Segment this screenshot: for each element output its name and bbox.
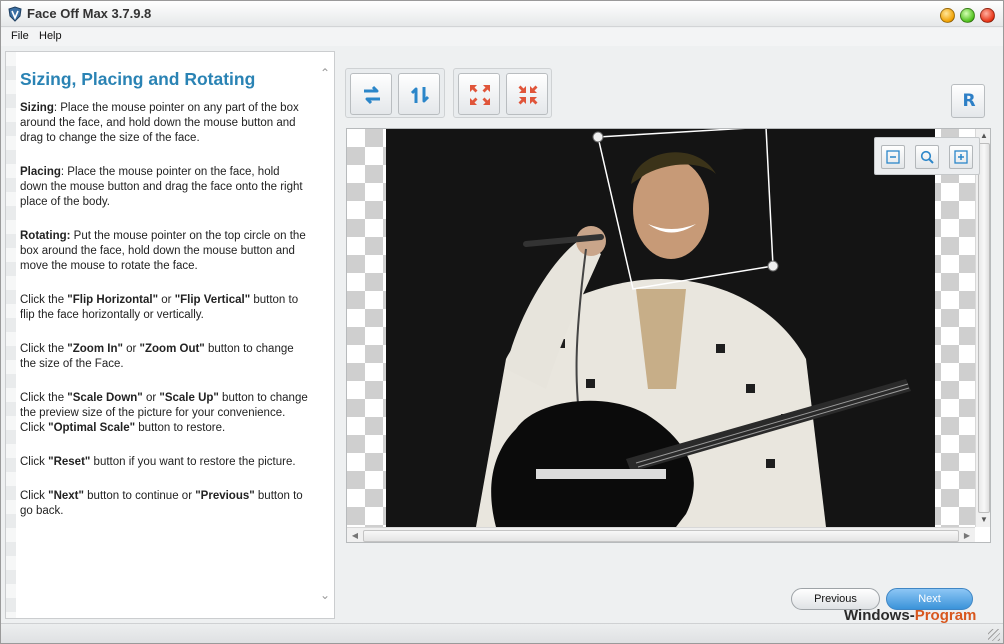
- status-bar: [1, 623, 1003, 643]
- brand-windows: Windows-: [844, 607, 915, 624]
- preview-vertical-scrollbar[interactable]: ▲ ▼: [975, 129, 990, 527]
- help-paragraph-rotating: Rotating: Put the mouse pointer on the t…: [20, 230, 306, 272]
- scroll-right-icon[interactable]: ▶: [959, 528, 975, 542]
- help-scroll-up-icon[interactable]: ⌃: [318, 66, 332, 80]
- brand-watermark: Windows-Program: [844, 607, 976, 624]
- flip-vertical-button[interactable]: [398, 73, 440, 115]
- title-bar: Face Off Max 3.7.9.8: [1, 1, 1003, 27]
- collapse-arrows-icon: [518, 85, 538, 105]
- reset-button[interactable]: R: [951, 84, 985, 118]
- app-window: Face Off Max 3.7.9.8 File Help Sizing, P…: [0, 0, 1004, 644]
- expand-arrows-icon: [470, 85, 490, 105]
- scroll-down-icon[interactable]: ▼: [976, 513, 990, 527]
- zoom-face-toolbar-group: [453, 68, 552, 118]
- flip-toolbar-group: [345, 68, 445, 118]
- help-panel: Sizing, Placing and Rotating Sizing: Pla…: [5, 51, 335, 619]
- zoom-out-face-button[interactable]: [506, 73, 548, 115]
- flip-vertical-icon: [410, 87, 430, 103]
- zoom-in-face-button[interactable]: [458, 73, 500, 115]
- help-paragraph-flip: Click the "Flip Horizontal" or "Flip Ver…: [20, 294, 299, 321]
- help-paragraph-placing: Placing: Place the mouse pointer on the …: [20, 166, 303, 208]
- help-paragraph-scale: Click the "Scale Down" or "Scale Up" but…: [20, 392, 308, 434]
- menu-help[interactable]: Help: [39, 30, 62, 42]
- help-paragraph-reset: Click "Reset" button if you want to rest…: [20, 456, 296, 468]
- scale-toolbar: [874, 137, 980, 175]
- scale-up-button[interactable]: [949, 145, 973, 169]
- horizontal-scroll-thumb[interactable]: [363, 530, 959, 542]
- minimize-button[interactable]: [940, 8, 955, 23]
- menu-file[interactable]: File: [11, 30, 29, 42]
- preview-horizontal-scrollbar[interactable]: ◀ ▶: [347, 527, 975, 542]
- maximize-button[interactable]: [960, 8, 975, 23]
- flip-horizontal-icon: [364, 85, 380, 105]
- help-text: Sizing: Place the mouse pointer on any p…: [20, 101, 310, 538]
- side-strip: [6, 52, 16, 618]
- brand-program: Program: [914, 607, 977, 624]
- magnifier-icon: [920, 150, 934, 164]
- app-logo-icon: [8, 6, 22, 22]
- flip-horizontal-button[interactable]: [350, 73, 392, 115]
- minus-icon: [886, 150, 900, 164]
- window-title: Face Off Max 3.7.9.8: [27, 6, 152, 21]
- resize-grip-icon[interactable]: [988, 629, 1000, 641]
- menu-bar: File Help: [1, 28, 1003, 46]
- vertical-scroll-thumb[interactable]: [978, 143, 990, 513]
- reset-icon: R: [962, 91, 976, 111]
- help-paragraph-next: Click "Next" button to continue or "Prev…: [20, 490, 303, 517]
- close-button[interactable]: [980, 8, 995, 23]
- help-paragraph-zoom: Click the "Zoom In" or "Zoom Out" button…: [20, 343, 294, 370]
- scale-down-button[interactable]: [881, 145, 905, 169]
- preview-area[interactable]: ▲ ▼ ◀ ▶: [346, 128, 991, 543]
- help-paragraph-sizing: Sizing: Place the mouse pointer on any p…: [20, 102, 299, 144]
- plus-icon: [954, 150, 968, 164]
- performer-photo-illustration: [386, 129, 935, 527]
- help-title: Sizing, Placing and Rotating: [20, 69, 256, 89]
- optimal-scale-button[interactable]: [915, 145, 939, 169]
- preview-photo[interactable]: [386, 129, 935, 527]
- help-scroll-down-icon[interactable]: ⌄: [318, 588, 332, 602]
- scroll-left-icon[interactable]: ◀: [347, 528, 363, 542]
